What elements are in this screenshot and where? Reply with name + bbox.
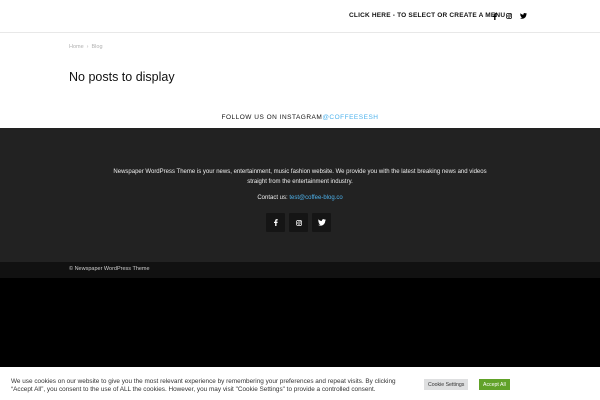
header-social-links bbox=[488, 9, 530, 23]
footer-about-text: Newspaper WordPress Theme is your news, … bbox=[113, 169, 487, 185]
select-menu-link[interactable]: CLICK HERE - TO SELECT OR CREATE A MENU bbox=[349, 12, 505, 19]
accept-all-button[interactable]: Accept All bbox=[479, 379, 510, 390]
twitter-icon[interactable] bbox=[312, 213, 331, 232]
header-bar: CLICK HERE - TO SELECT OR CREATE A MENU bbox=[0, 0, 600, 33]
facebook-icon[interactable] bbox=[266, 213, 285, 232]
breadcrumb-home[interactable]: Home bbox=[69, 44, 84, 50]
footer: Newspaper WordPress Theme is your news, … bbox=[0, 128, 600, 262]
instagram-icon[interactable] bbox=[289, 213, 308, 232]
page-title: No posts to display bbox=[69, 70, 175, 84]
cookie-settings-button[interactable]: Cookie Settings bbox=[424, 379, 469, 390]
instagram-icon[interactable] bbox=[502, 9, 516, 23]
instagram-follow-label: FOLLOW US ON INSTAGRAM bbox=[221, 114, 323, 121]
cookie-consent-text: We use cookies on our website to give yo… bbox=[11, 378, 396, 393]
breadcrumb-current[interactable]: Blog bbox=[92, 44, 103, 50]
footer-social-links bbox=[266, 213, 331, 232]
facebook-icon[interactable] bbox=[488, 9, 502, 23]
empty-region bbox=[0, 278, 600, 367]
instagram-follow: FOLLOW US ON INSTAGRAM@COFFEESESH bbox=[0, 114, 600, 121]
copyright-text: © Newspaper WordPress Theme bbox=[69, 266, 150, 272]
breadcrumb: Home › Blog bbox=[69, 44, 103, 50]
main-content: Home › Blog No posts to display FOLLOW U… bbox=[0, 33, 600, 128]
breadcrumb-separator-icon: › bbox=[86, 44, 89, 50]
cookie-consent-bar: We use cookies on our website to give yo… bbox=[0, 367, 600, 400]
twitter-icon[interactable] bbox=[516, 9, 530, 23]
contact-label: Contact us: bbox=[257, 195, 288, 201]
instagram-handle-link[interactable]: @COFFEESESH bbox=[322, 114, 378, 121]
footer-contact: Contact us: test@coffee-blog.co bbox=[0, 195, 600, 201]
contact-email-link[interactable]: test@coffee-blog.co bbox=[289, 195, 342, 201]
sub-footer: © Newspaper WordPress Theme bbox=[0, 262, 600, 278]
